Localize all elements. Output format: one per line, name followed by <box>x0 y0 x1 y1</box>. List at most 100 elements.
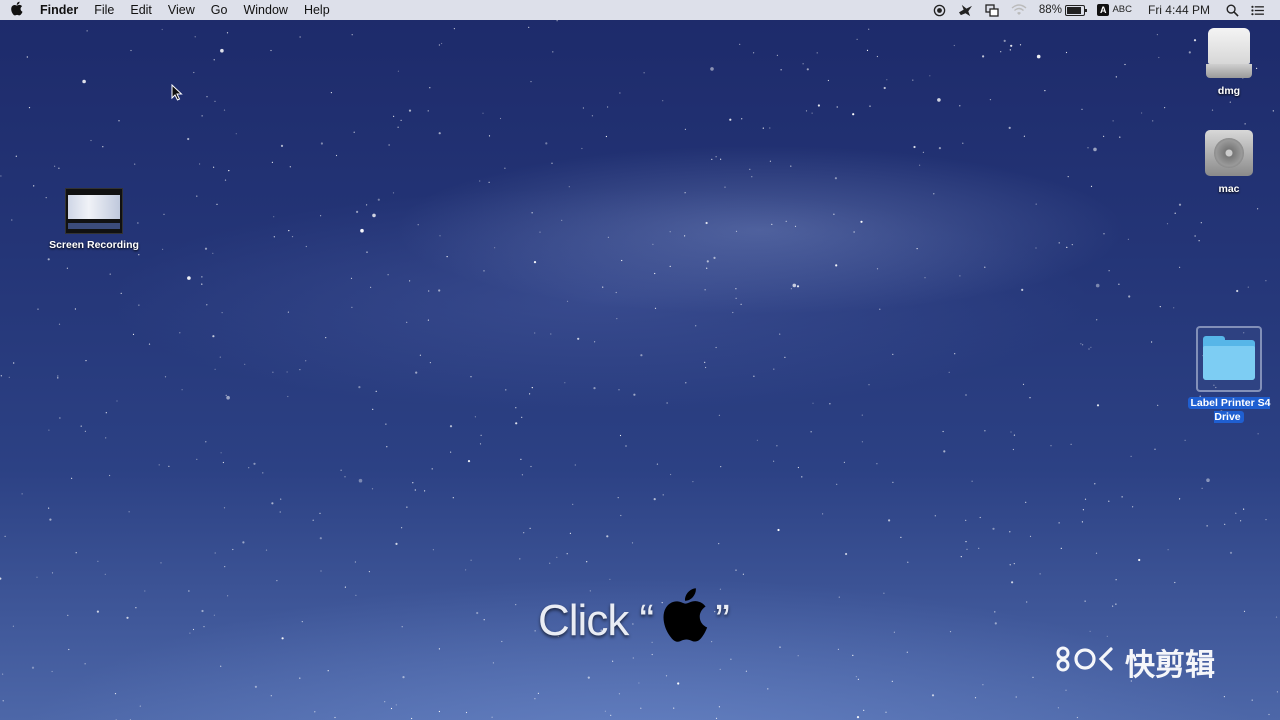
star <box>289 166 291 168</box>
star <box>769 160 772 162</box>
menu-edit[interactable]: Edit <box>122 0 160 20</box>
star <box>4 535 6 538</box>
star <box>223 109 226 111</box>
star <box>1088 348 1090 350</box>
star <box>224 179 227 181</box>
star <box>1081 108 1083 110</box>
star <box>827 79 830 82</box>
star <box>479 443 482 445</box>
star <box>1076 716 1078 719</box>
star <box>271 502 274 505</box>
star <box>632 657 634 659</box>
star <box>36 576 38 578</box>
star <box>785 220 787 222</box>
star <box>51 670 53 673</box>
star <box>885 711 887 713</box>
tutorial-caption: Click “ ” <box>538 586 730 655</box>
star <box>806 68 809 71</box>
star <box>790 288 793 290</box>
star <box>989 99 992 101</box>
menu-bar: Finder File Edit View Go Window Help 88%… <box>0 0 1280 20</box>
folder-icon <box>1196 326 1262 392</box>
star <box>438 44 440 46</box>
star <box>387 274 389 276</box>
star <box>28 107 31 109</box>
spotlight-icon[interactable] <box>1220 4 1245 17</box>
star <box>966 548 968 550</box>
star <box>327 670 329 672</box>
apple-menu-icon[interactable] <box>0 1 32 19</box>
star <box>704 289 706 291</box>
star <box>906 651 908 653</box>
star <box>888 519 891 522</box>
star <box>254 685 257 688</box>
menu-go[interactable]: Go <box>203 0 236 20</box>
star <box>730 658 732 660</box>
star <box>1026 601 1028 603</box>
menu-view[interactable]: View <box>160 0 203 20</box>
star <box>429 87 431 89</box>
star <box>1087 147 1089 149</box>
star <box>893 631 896 633</box>
menu-window[interactable]: Window <box>235 0 295 20</box>
star <box>534 698 536 700</box>
star <box>130 49 132 52</box>
star <box>401 626 403 628</box>
star <box>631 542 634 544</box>
star <box>368 571 370 573</box>
battery-status[interactable]: 88% <box>1033 0 1091 20</box>
star <box>954 353 956 355</box>
star <box>594 341 596 343</box>
star <box>1265 280 1267 282</box>
menu-help[interactable]: Help <box>296 0 338 20</box>
star <box>187 137 190 141</box>
mirror-icon[interactable] <box>979 3 1005 17</box>
star <box>692 481 694 483</box>
star <box>1089 630 1091 632</box>
menu-file[interactable]: File <box>86 0 122 20</box>
bird-icon[interactable] <box>952 4 979 17</box>
notification-icon[interactable] <box>1245 5 1270 16</box>
desktop-icon-dmg[interactable]: dmg <box>1194 28 1264 98</box>
star <box>860 220 863 223</box>
star <box>1179 266 1181 268</box>
desktop-icon-label-printer-drive[interactable]: Label Printer S4 Drive <box>1178 326 1280 424</box>
star <box>371 488 374 490</box>
star <box>662 100 664 102</box>
star <box>886 79 888 81</box>
star <box>134 163 136 165</box>
star <box>1060 547 1062 550</box>
star <box>419 354 421 356</box>
input-source[interactable]: A ABC <box>1091 0 1138 20</box>
menu-finder[interactable]: Finder <box>32 0 86 20</box>
star <box>610 714 612 716</box>
star <box>214 100 216 102</box>
record-icon[interactable] <box>927 4 952 17</box>
wifi-icon[interactable] <box>1005 4 1033 16</box>
star <box>856 38 858 41</box>
star <box>431 468 433 470</box>
star <box>883 86 886 90</box>
star <box>1008 126 1011 129</box>
star <box>1010 431 1012 433</box>
desktop-icon-screen-recording[interactable]: Screen Recording <box>40 188 148 252</box>
star <box>470 376 472 378</box>
star <box>520 458 522 460</box>
star <box>192 628 195 631</box>
star <box>1021 288 1024 291</box>
star <box>796 285 800 288</box>
star <box>1257 433 1259 435</box>
star <box>948 371 950 373</box>
star <box>713 256 716 259</box>
star <box>397 126 399 128</box>
star <box>965 519 967 522</box>
star <box>835 264 838 267</box>
star <box>181 389 183 391</box>
star <box>1066 246 1068 248</box>
desktop-icon-mac[interactable]: mac <box>1194 126 1264 196</box>
star <box>724 186 726 188</box>
star <box>615 291 617 294</box>
clock[interactable]: Fri 4:44 PM <box>1138 0 1220 20</box>
star <box>401 527 403 529</box>
star <box>780 69 782 71</box>
